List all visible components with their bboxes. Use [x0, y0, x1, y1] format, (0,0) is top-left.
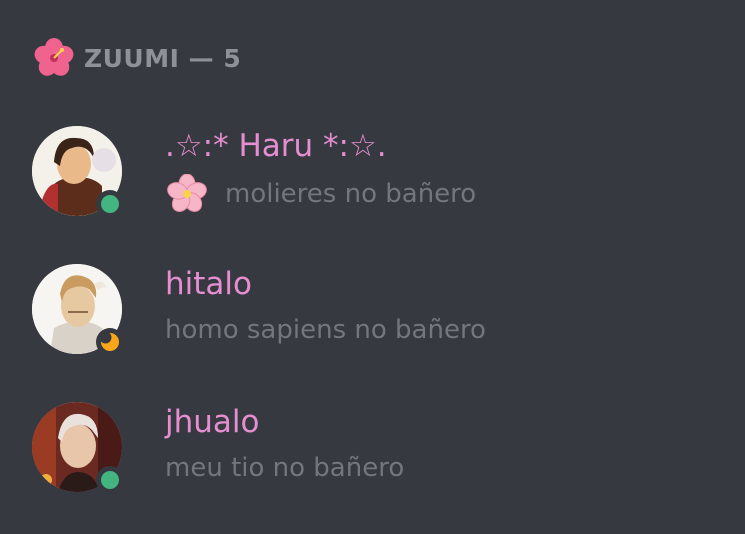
hibiscus-icon [34, 38, 74, 78]
online-status-indicator [96, 466, 124, 494]
avatar-container[interactable] [32, 126, 124, 218]
custom-status: molieres no bañero [165, 174, 476, 214]
member-name[interactable]: jhualo [165, 402, 259, 442]
member-name[interactable]: hitalo [165, 264, 252, 304]
role-category-header: ZUUMI — 5 [34, 36, 241, 80]
member-list: ZUUMI — 5 .☆:* Haru *:☆. molieres no bañ… [0, 0, 745, 534]
avatar-container[interactable] [32, 264, 124, 356]
custom-status: meu tio no bañero [165, 450, 404, 486]
cherry-blossom-icon [165, 174, 213, 214]
member-item[interactable]: .☆:* Haru *:☆. molieres no bañero [32, 126, 722, 236]
custom-status: homo sapiens no bañero [165, 312, 486, 348]
idle-status-indicator [96, 328, 124, 356]
avatar-container[interactable] [32, 402, 124, 494]
category-label: ZUUMI — 5 [84, 43, 242, 73]
member-name[interactable]: .☆:* Haru *:☆. [165, 126, 387, 166]
custom-status-text: molieres no bañero [225, 179, 477, 209]
custom-status-text: meu tio no bañero [165, 453, 405, 483]
member-item[interactable]: hitalo homo sapiens no bañero [32, 264, 722, 374]
custom-status-text: homo sapiens no bañero [165, 315, 486, 345]
online-status-indicator [96, 190, 124, 218]
member-item[interactable]: jhualo meu tio no bañero [32, 402, 722, 512]
